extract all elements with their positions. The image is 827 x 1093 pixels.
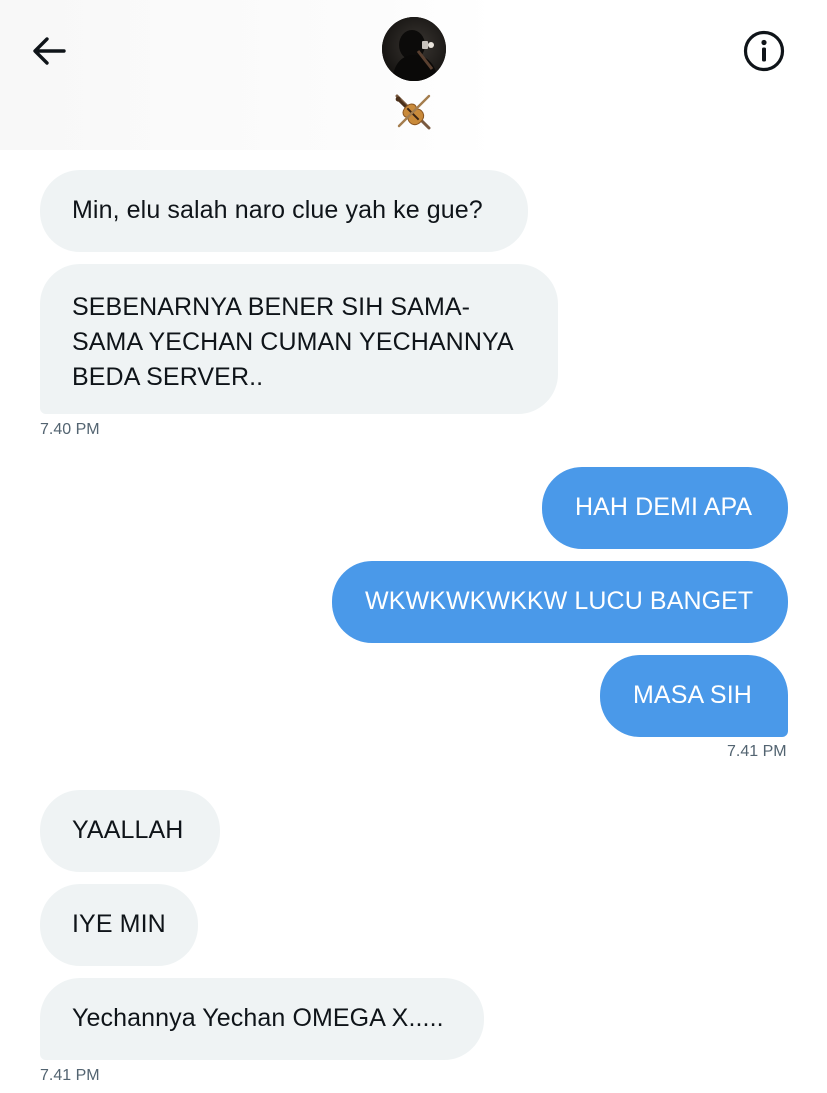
back-button[interactable] xyxy=(28,30,70,72)
message-bubble-outgoing[interactable]: WKWKWKWKKW LUCU BANGET xyxy=(332,561,788,643)
message-text: HAH DEMI APA xyxy=(575,493,753,521)
message-bubble-incoming[interactable]: YAALLAH xyxy=(40,790,220,872)
message-text-line: BEDA SERVER.. xyxy=(72,363,264,391)
message-text: Min, elu salah naro clue yah ke gue? xyxy=(72,196,483,224)
message-text-line: SAMA YECHAN CUMAN YECHANNYA xyxy=(72,328,514,356)
conversation-header xyxy=(0,0,827,150)
violin-crossed-icon xyxy=(391,90,435,134)
message-text-line: SEBENARNYA BENER SIH SAMA- xyxy=(72,293,471,321)
message-bubble-incoming[interactable]: Yechannya Yechan OMEGA X..... xyxy=(40,978,484,1060)
message-text: Yechannya Yechan OMEGA X..... xyxy=(72,1004,444,1032)
message-timestamp: 7.41 PM xyxy=(727,743,787,760)
message-timestamp: 7.41 PM xyxy=(40,1067,100,1084)
message-text: MASA SIH xyxy=(633,681,752,709)
message-bubble-outgoing[interactable]: HAH DEMI APA xyxy=(542,467,788,549)
message-bubble-incoming[interactable]: IYE MIN xyxy=(40,884,198,966)
message-text: WKWKWKWKKW LUCU BANGET xyxy=(365,587,754,615)
message-timestamp: 7.40 PM xyxy=(40,421,100,438)
info-circle-icon xyxy=(743,30,785,72)
message-bubble-incoming[interactable]: SEBENARNYA BENER SIH SAMA- SAMA YECHAN C… xyxy=(40,264,558,414)
message-text: IYE MIN xyxy=(72,910,166,938)
message-text: YAALLAH xyxy=(72,816,184,844)
info-button[interactable] xyxy=(741,28,787,74)
message-bubble-incoming[interactable]: Min, elu salah naro clue yah ke gue? xyxy=(40,170,528,252)
avatar-image xyxy=(382,17,446,81)
avatar[interactable] xyxy=(382,17,446,81)
message-bubble-outgoing[interactable]: MASA SIH xyxy=(600,655,788,737)
arrow-left-icon xyxy=(33,37,66,65)
